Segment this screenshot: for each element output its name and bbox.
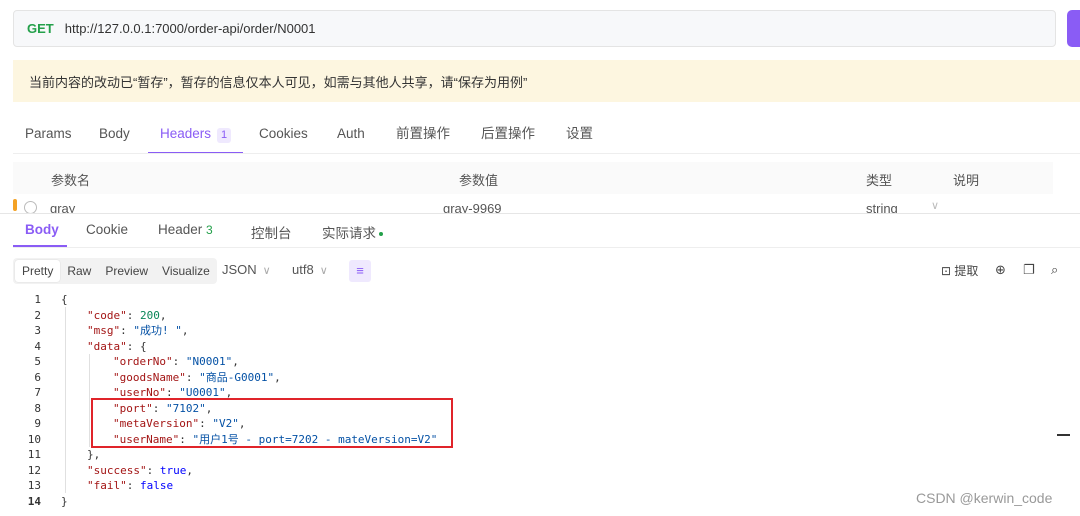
col-param-name: 参数名 — [51, 173, 91, 188]
code-text: }, — [87, 448, 101, 461]
format-visualize[interactable]: Visualize — [155, 260, 217, 282]
response-tabs: Body Cookie Header 3 控制台 实际请求 — [13, 216, 1080, 248]
content-type-select[interactable]: JSON ∨ — [222, 262, 271, 277]
code-text: "data": { — [87, 339, 147, 353]
tab-body[interactable]: Body — [99, 118, 130, 152]
col-param-value: 参数值 — [459, 173, 499, 188]
code-text: "msg": "成功! ", — [87, 324, 189, 337]
tabs-divider — [13, 153, 1080, 154]
http-method[interactable]: GET — [27, 21, 54, 36]
code-text: } — [61, 494, 68, 508]
tab-params[interactable]: Params — [25, 118, 72, 152]
code-text: "orderNo": "N0001", — [113, 355, 239, 368]
headers-count-badge: 1 — [217, 128, 232, 143]
tab-pre-operations[interactable]: 前置操作 — [396, 118, 450, 152]
table-row: gray gray-9969 string ∨ — [13, 196, 1053, 214]
col-type: 类型 — [866, 173, 893, 188]
chevron-down-icon: ∨ — [262, 265, 271, 277]
search-icon[interactable]: ⌕ — [1051, 262, 1058, 278]
line-number: 3 — [34, 324, 41, 337]
word-wrap-icon[interactable]: ≡ — [349, 260, 371, 282]
code-text: "fail": false — [87, 479, 174, 492]
line-number: 9 — [34, 417, 41, 430]
scrollbar-marker[interactable] — [1057, 434, 1070, 436]
line-number: 4 — [34, 339, 41, 353]
response-tab-console[interactable]: 控制台 — [251, 222, 292, 242]
header-count-badge: 3 — [206, 223, 213, 237]
line-number: 5 — [34, 355, 41, 368]
code-text: "code": 200, — [87, 308, 167, 322]
extract-icon: ⊡ — [941, 264, 952, 278]
col-description: 说明 — [953, 173, 980, 188]
format-pretty[interactable]: Pretty — [15, 260, 61, 282]
response-tab-body[interactable]: Body — [25, 222, 59, 237]
chevron-down-icon[interactable]: ∨ — [931, 199, 939, 212]
line-number: 14 — [27, 494, 41, 508]
line-number: 6 — [34, 370, 41, 384]
response-tab-cookie[interactable]: Cookie — [86, 222, 128, 237]
indent-guide — [65, 307, 66, 493]
line-number: 10 — [27, 432, 41, 446]
highlight-annotation-box — [91, 398, 453, 448]
code-text: "success": true, — [87, 463, 193, 477]
response-tabs-divider — [13, 247, 1080, 248]
indent-guide — [89, 354, 90, 447]
line-number: 7 — [34, 386, 41, 399]
line-number: 2 — [34, 308, 41, 322]
tab-cookies[interactable]: Cookies — [259, 118, 308, 152]
url-bar[interactable]: GET http://127.0.0.1:7000/order-api/orde… — [13, 10, 1056, 47]
tab-auth[interactable]: Auth — [337, 118, 365, 152]
format-preview[interactable]: Preview — [98, 260, 155, 282]
code-text: "goodsName": "商品-G0001", — [113, 370, 281, 384]
url-input[interactable]: http://127.0.0.1:7000/order-api/order/N0… — [65, 21, 316, 36]
params-table-header: 参数名 参数值 类型 说明 — [13, 162, 1053, 194]
watermark: CSDN @kerwin_code — [916, 490, 1053, 506]
response-tab-header[interactable]: Header 3 — [158, 222, 213, 237]
line-number: 8 — [34, 401, 41, 415]
tab-settings[interactable]: 设置 — [566, 118, 593, 152]
send-button[interactable] — [1067, 10, 1080, 47]
format-switcher: Pretty Raw Preview Visualize — [13, 258, 217, 284]
line-number: 12 — [27, 463, 41, 477]
line-number: 11 — [27, 448, 41, 461]
tab-post-operations[interactable]: 后置操作 — [481, 118, 535, 152]
request-tabs: Params Body Headers 1 Cookies Auth 前置操作 后… — [13, 118, 1080, 154]
response-tab-actual-request[interactable]: 实际请求 — [322, 222, 383, 242]
chevron-down-icon: ∨ — [319, 265, 328, 277]
line-number: 1 — [34, 293, 41, 306]
response-toolbar: Pretty Raw Preview Visualize JSON ∨ utf8 ∨… — [13, 258, 1080, 284]
tab-headers[interactable]: Headers 1 — [148, 118, 244, 154]
extract-button[interactable]: ⊡ 提取 — [941, 262, 978, 279]
line-number: 13 — [27, 479, 41, 492]
encoding-select[interactable]: utf8 ∨ — [292, 262, 328, 277]
copy-icon[interactable]: ❐ — [1023, 262, 1035, 278]
format-raw[interactable]: Raw — [60, 260, 98, 282]
notice-text: 当前内容的改动已“暂存”，暂存的信息仅本人可见，如需与其他人共享，请“保存为用例… — [29, 74, 528, 90]
draft-notice: 当前内容的改动已“暂存”，暂存的信息仅本人可见，如需与其他人共享，请“保存为用例… — [13, 60, 1080, 102]
section-divider — [0, 213, 1080, 214]
save-icon[interactable]: ⊕ — [995, 262, 1006, 278]
status-dot-icon — [379, 232, 383, 237]
code-text: { — [61, 293, 68, 306]
